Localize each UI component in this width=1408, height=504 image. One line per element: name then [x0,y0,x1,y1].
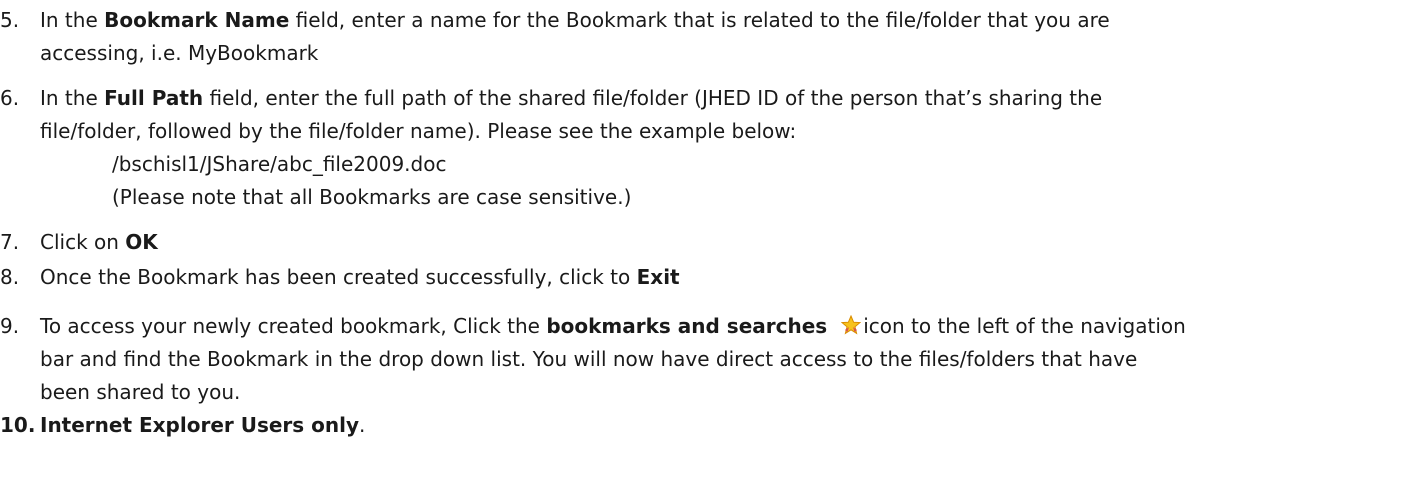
field-name-bookmark-name: Bookmark Name [104,8,290,32]
ie-users-heading: Internet Explorer Users only [40,413,360,437]
step-number: 10. [0,413,36,437]
step-number: 8. [0,265,20,289]
ok-label: OK [125,230,158,254]
step-text: Once the Bookmark has been created succe… [40,265,637,289]
step-text: In the [40,8,105,32]
step-text: field, enter a name for the Bookmark tha… [289,8,1110,32]
step-text: . [359,413,366,437]
step-text: been shared to you. [40,380,241,404]
step-text: Click on [40,230,126,254]
step-text: In the [40,86,105,110]
step-number: 9. [0,314,20,338]
exit-label: Exit [636,265,680,289]
step-text: field, enter the full path of the shared… [203,86,1103,110]
step-text: accessing, i.e. MyBookmark [40,41,319,65]
step-number: 7. [0,230,20,254]
step-text: bar and find the Bookmark in the drop do… [40,347,1138,371]
step-number: 5. [0,8,20,32]
step-text: To access your newly created bookmark, C… [40,314,547,338]
note-text: (Please note that all Bookmarks are case… [112,185,632,209]
step-number: 6. [0,86,20,110]
step-text: icon to the left of the navigation [863,314,1186,338]
example-path-text: /bschisl1/JShare/abc_file2009.doc [112,152,447,176]
bookmarks-and-searches-label: bookmarks and searches [546,314,828,338]
bookmark-star-icon [840,314,862,335]
field-name-full-path: Full Path [104,86,204,110]
instruction-document: 5. In the Bookmark Name field, enter a n… [0,0,1408,504]
step-text: file/folder, followed by the file/folder… [40,119,797,143]
